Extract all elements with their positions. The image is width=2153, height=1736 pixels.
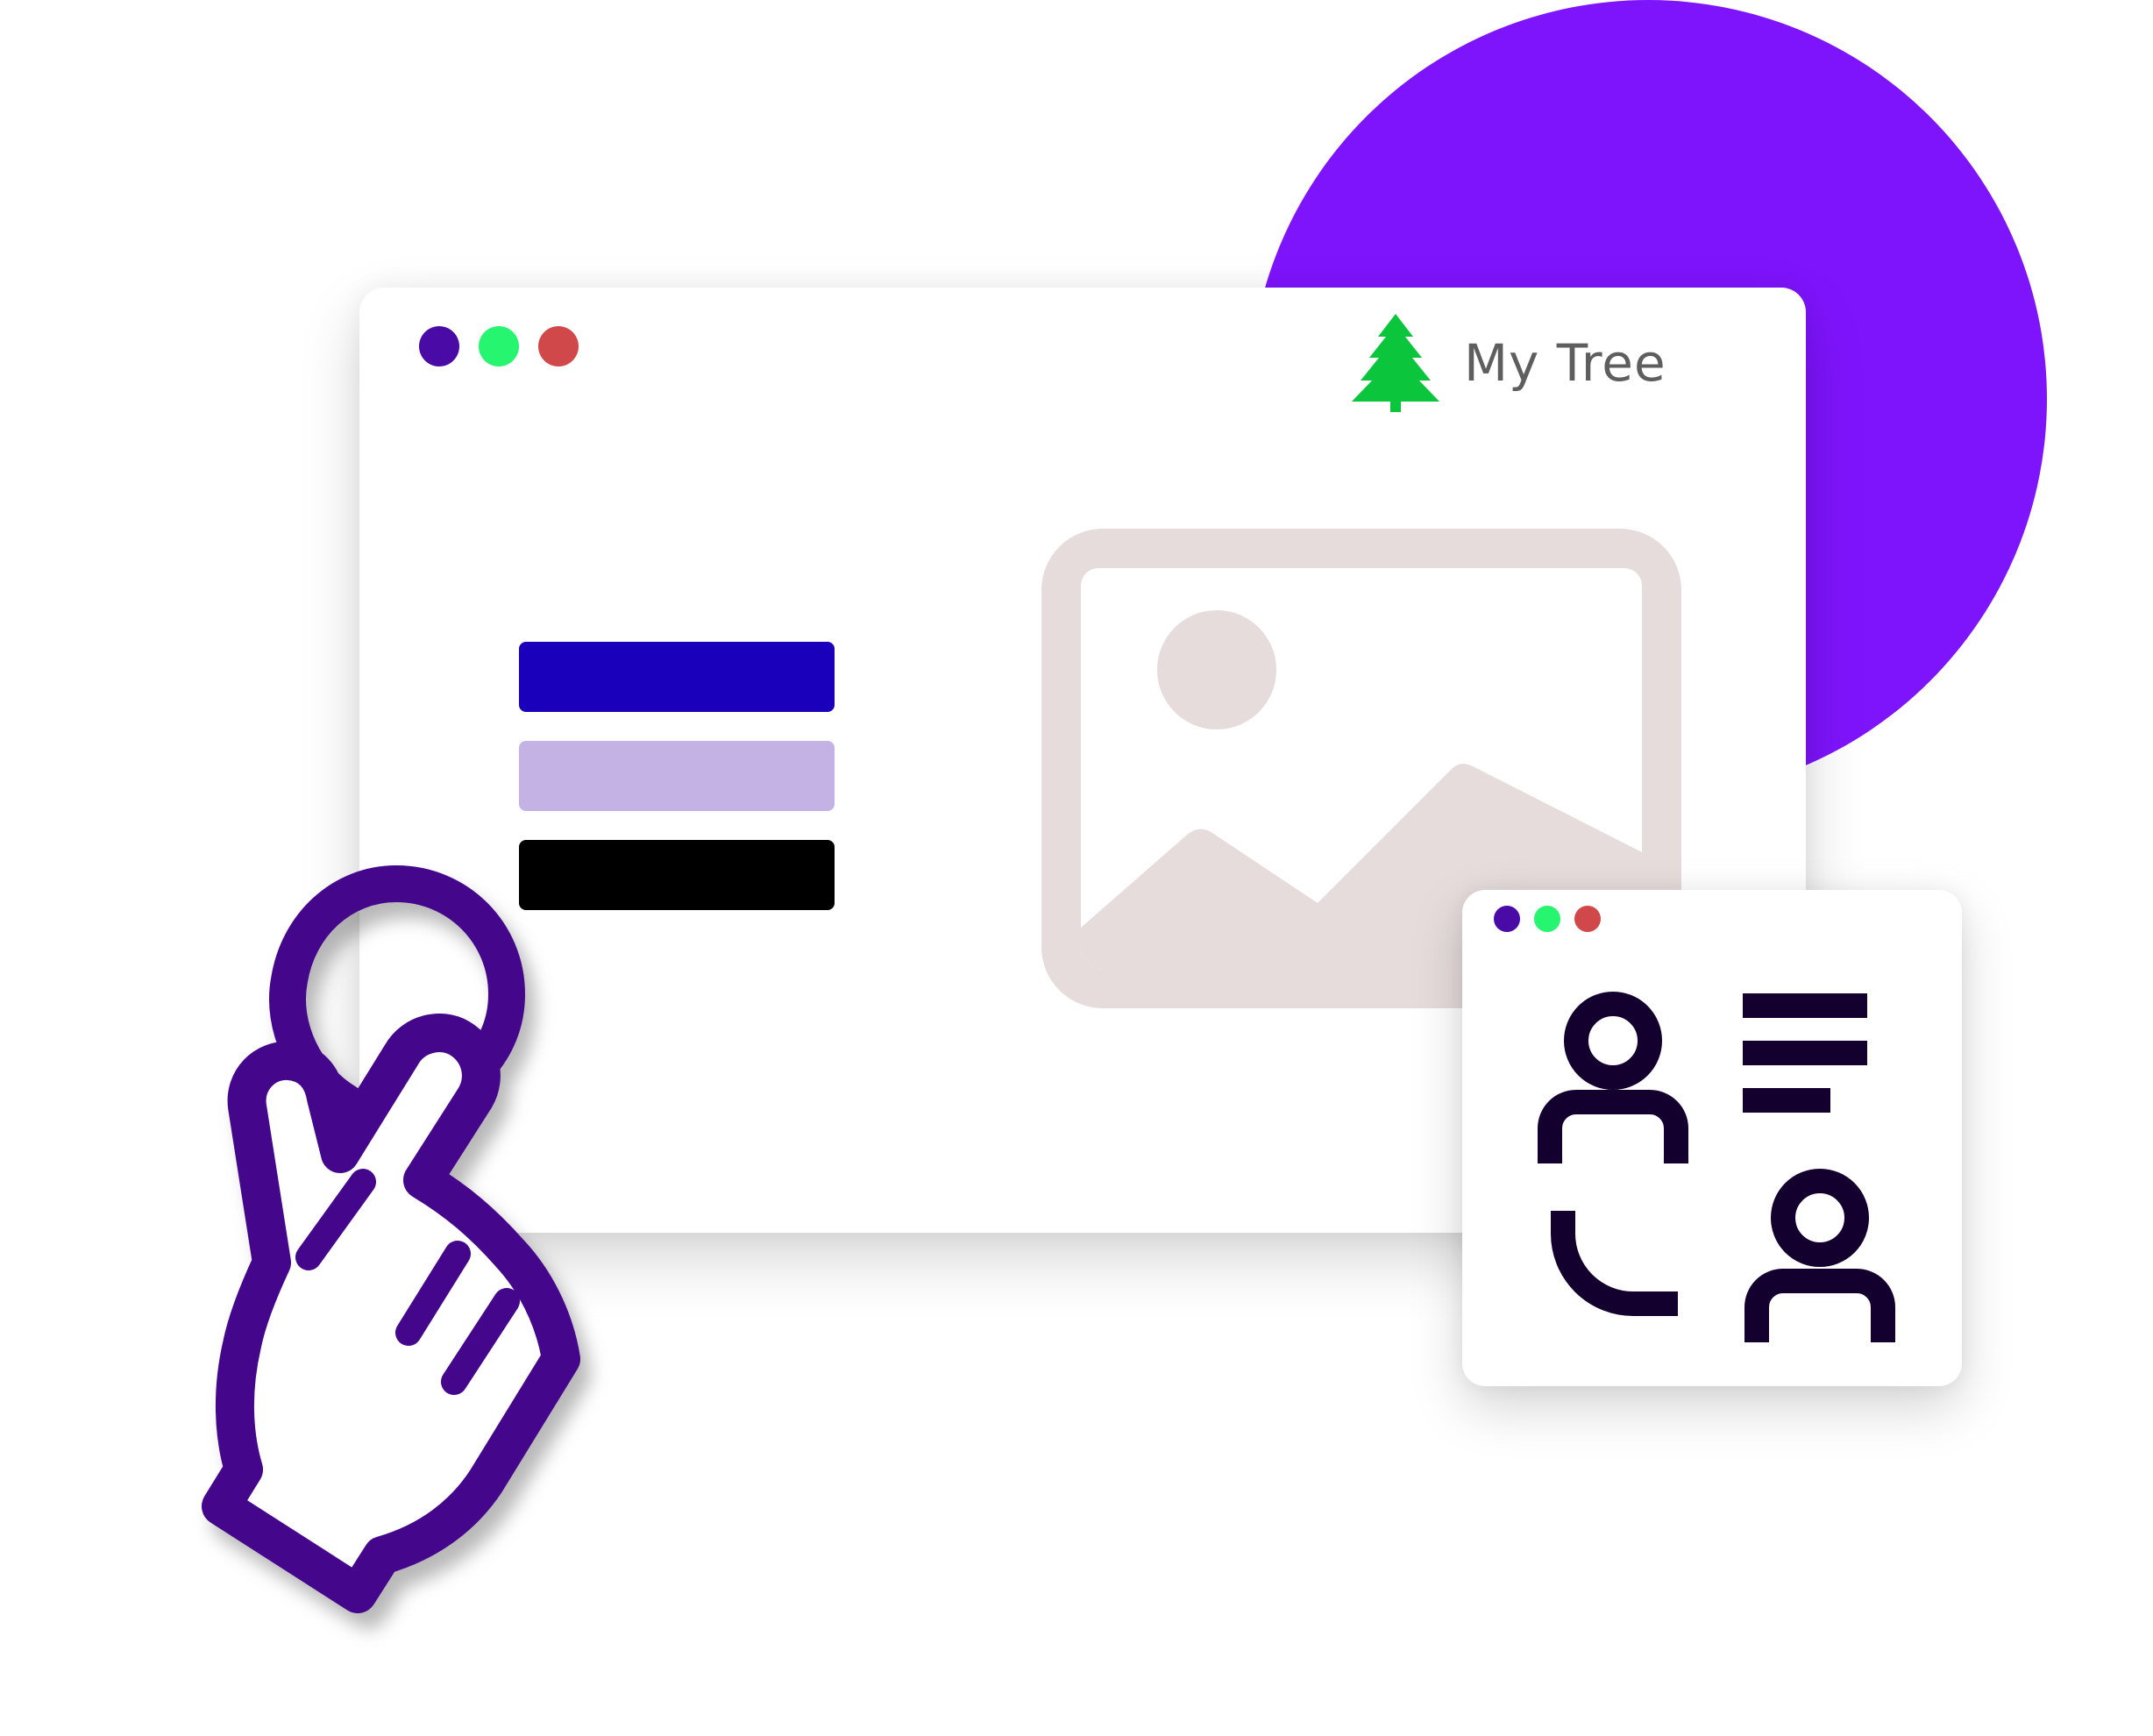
window-dot-green[interactable] bbox=[479, 326, 519, 366]
primary-menu-bar[interactable] bbox=[519, 642, 835, 712]
user-icon bbox=[1744, 1169, 1895, 1342]
curve-connector-icon bbox=[1551, 1211, 1678, 1316]
secondary-menu-bar[interactable] bbox=[519, 741, 835, 811]
profile-card-window bbox=[1462, 890, 1962, 1386]
profile-card-graphics bbox=[1538, 992, 1895, 1342]
brand-name: My Tree bbox=[1464, 333, 1666, 393]
illustration-canvas: My Tree bbox=[0, 0, 2153, 1736]
brand-logo[interactable]: My Tree bbox=[1350, 310, 1666, 416]
pine-tree-icon bbox=[1352, 314, 1439, 412]
window-dot-purple[interactable] bbox=[419, 326, 459, 366]
text-lines-icon bbox=[1743, 993, 1867, 1113]
user-icon bbox=[1538, 992, 1688, 1163]
pointing-hand-cursor-icon bbox=[202, 865, 580, 1613]
window-dot-red[interactable] bbox=[538, 326, 579, 366]
